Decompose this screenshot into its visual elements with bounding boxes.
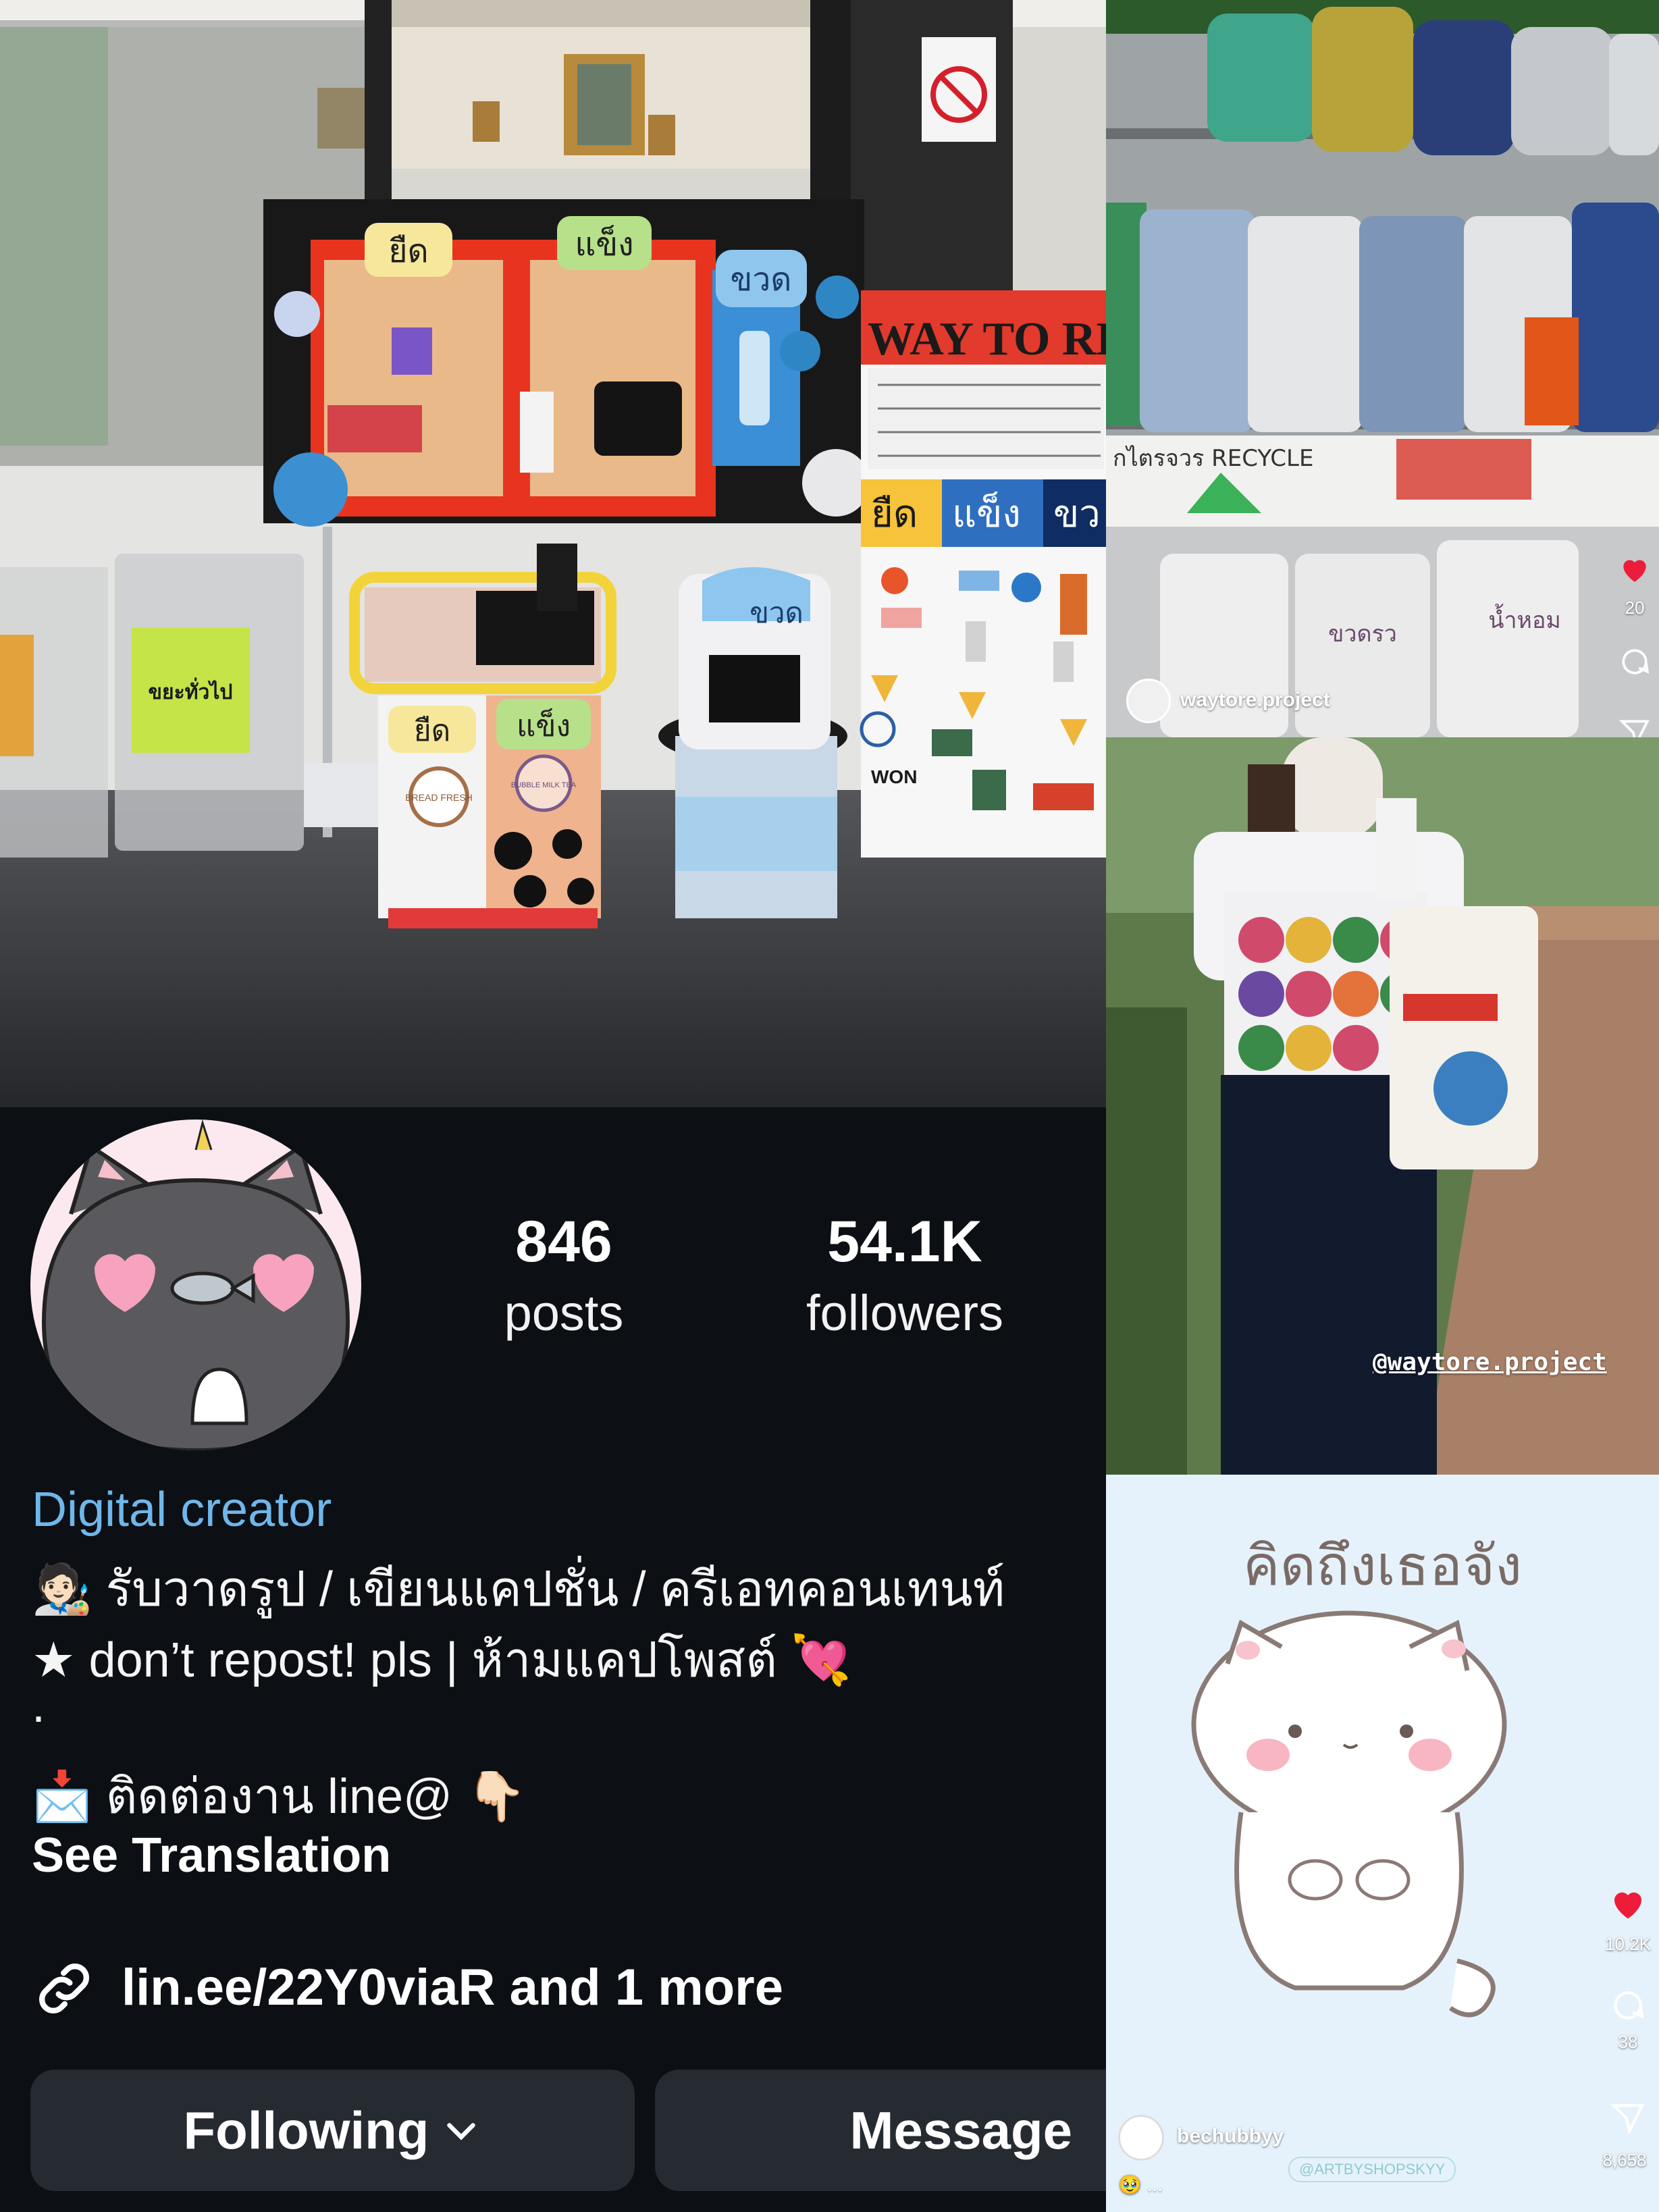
poster-category-soft: ยืด (871, 492, 918, 536)
bag-label-1: ขวดรว (1328, 621, 1397, 648)
bio-line-3: . (32, 1679, 46, 1733)
poster-title: WAY TO RE (868, 313, 1106, 365)
bio-line-1: 🧑🏻‍🎨 รับวาดรูป / เขียนแคปชั่น / ครีเอทคอ… (32, 1562, 1005, 1616)
reel-like-count: 20 (1625, 598, 1645, 618)
cat-illustration (1191, 1610, 1507, 2018)
profile-category: Digital creator (32, 1483, 332, 1537)
message-button[interactable]: Message (655, 2070, 1106, 2191)
reel-thumbnail-recycle[interactable]: กไตรจวร RECYCLE ขวดรว น้ำหอม waytore.pro… (1106, 0, 1659, 737)
recycling-station-image: ยืด แข็ง ขวด WAY TO RE ยืด แข็ง ขว WON ข… (0, 0, 1106, 1107)
reel-caption: 🥹 ... (1118, 2174, 1163, 2195)
reel-like-count: 10.2K (1605, 1934, 1651, 1954)
link-icon (30, 1955, 98, 2022)
post-photo-recycling-station[interactable]: ยืด แข็ง ขวด WAY TO RE ยืด แข็ง ขว WON ข… (0, 0, 1106, 1107)
followers-count[interactable]: 54.1K (736, 1209, 1074, 1275)
profile-link[interactable]: lin.ee/22Y0viaR and 1 more (122, 1958, 783, 2017)
reel-headline: คิดถึงเธอจัง (1242, 1534, 1523, 1598)
cat-avatar-image (41, 1120, 350, 1450)
reel-avatar[interactable] (1126, 679, 1171, 723)
reel-username[interactable]: waytore.project (1180, 689, 1330, 712)
bio-line-2: ★ don’t repost! pls | ห้ามแคปโพสต์ 💘 (32, 1633, 851, 1687)
bin-sign-general-waste: ขยะทั่วไป (149, 677, 233, 704)
message-button-label: Message (849, 2100, 1072, 2160)
profile-header: 846 posts 54.1K followers Digital creato… (0, 1107, 1106, 2212)
posts-label[interactable]: posts (395, 1284, 733, 1342)
reel-comment-count: 38 (1618, 2032, 1638, 2052)
reel-banner-text: กไตรจวร RECYCLE (1113, 445, 1313, 472)
bin-label-hard: แข็ง (517, 708, 571, 743)
cup-label-bubble: BUBBLE MILK TEA (511, 781, 577, 789)
recycle-bales-image: กไตรจวร RECYCLE ขวดรว น้ำหอม (1106, 0, 1659, 737)
avatar[interactable] (30, 1120, 361, 1450)
posts-count[interactable]: 846 (395, 1209, 733, 1275)
board-label-soft: ยืด (388, 232, 428, 270)
reel-avatar[interactable] (1118, 2115, 1164, 2161)
see-translation-link[interactable]: See Translation (32, 1828, 391, 1883)
bio-line-4: 📩 ติดต่องาน line@ 👇🏻 (32, 1770, 527, 1824)
reel-share-count: 8,658 (1602, 2150, 1647, 2170)
comment-icon[interactable] (1618, 645, 1652, 679)
reel-thumbnail-cat[interactable]: คิดถึงเธอจัง @ARTBYSHOPSKYY bechubbyy 🥹 … (1106, 1475, 1659, 2212)
board-label-hard: แข็ง (575, 225, 633, 263)
reel-watermark: @waytore.project (1373, 1348, 1607, 1376)
share-icon[interactable] (1609, 2099, 1647, 2137)
share-icon[interactable] (1618, 716, 1652, 737)
poster-category-hard: แข็ง (952, 491, 1021, 536)
cup-label-bread: BREAD FRESH (405, 792, 473, 803)
bag-label-2: น้ำหอม (1488, 604, 1561, 634)
comment-icon[interactable] (1609, 1986, 1647, 2024)
heart-icon[interactable] (1608, 1883, 1648, 1924)
following-button[interactable]: Following (30, 2070, 635, 2191)
reel-username[interactable]: bechubbyy (1177, 2125, 1284, 2148)
board-label-bottle: ขวด (731, 261, 792, 298)
bin-label-bottle: ขวด (749, 596, 804, 629)
following-button-label: Following (183, 2100, 429, 2160)
bin-label-soft: ยืด (414, 714, 450, 748)
poster-bottom-label: WON (871, 766, 917, 787)
chevron-down-icon (447, 2123, 476, 2140)
artist-stamp: @ARTBYSHOPSKYY (1288, 2157, 1456, 2182)
heart-icon[interactable] (1618, 552, 1652, 586)
poster-category-bottle: ขว (1053, 492, 1101, 536)
followers-label[interactable]: followers (736, 1284, 1074, 1342)
reel-thumbnail-tote-bag[interactable]: @waytore.project (1106, 737, 1659, 1475)
